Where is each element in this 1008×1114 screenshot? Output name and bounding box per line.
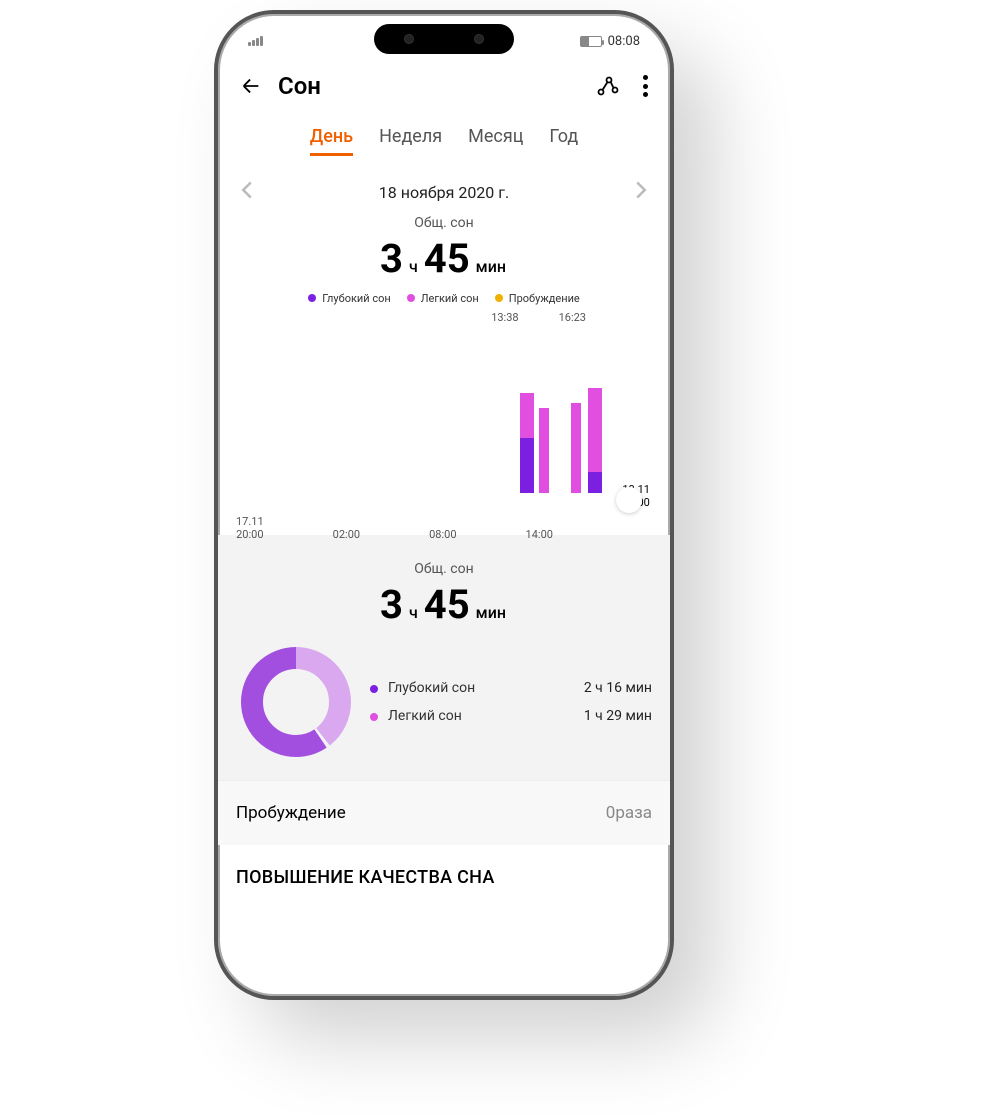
dot-icon bbox=[370, 713, 378, 721]
summary-label: Общ. сон bbox=[236, 561, 652, 577]
dot-icon bbox=[407, 294, 415, 302]
total-value: 3 ч 45 мин bbox=[218, 235, 670, 282]
tab-month[interactable]: Месяц bbox=[468, 126, 523, 156]
sleep-donut-chart bbox=[236, 642, 356, 762]
date-label: 18 ноября 2020 г. bbox=[379, 183, 509, 202]
bars-zone bbox=[232, 333, 656, 493]
legend-deep: Глубокий сон bbox=[308, 292, 391, 305]
sleep-bar bbox=[520, 393, 534, 493]
tab-week[interactable]: Неделя bbox=[379, 126, 442, 156]
quality-section-heading: ПОВЫШЕНИЕ КАЧЕСТВА СНА bbox=[218, 845, 670, 888]
page-title: Сон bbox=[278, 72, 321, 100]
battery-icon bbox=[580, 36, 602, 47]
tabs: День Неделя Месяц Год bbox=[218, 112, 670, 162]
chart-x-axis: 17.1120:00 02:00 08:00 14:00 bbox=[232, 515, 656, 541]
tab-day[interactable]: День bbox=[310, 126, 353, 156]
nav-bar: Сон bbox=[218, 58, 670, 112]
next-day-icon[interactable] bbox=[634, 180, 648, 205]
more-icon[interactable] bbox=[643, 75, 648, 97]
summary-panel: Общ. сон 3 ч 45 мин Глубокий сон 2 ч 16 … bbox=[218, 535, 670, 780]
share-icon[interactable] bbox=[595, 74, 619, 98]
tab-year[interactable]: Год bbox=[549, 126, 578, 156]
dot-icon bbox=[370, 685, 378, 693]
device-notch bbox=[374, 24, 514, 54]
total-label: Общ. сон bbox=[218, 215, 670, 231]
prev-day-icon[interactable] bbox=[240, 180, 254, 205]
scrubber-handle[interactable] bbox=[616, 487, 642, 513]
status-time: 08:08 bbox=[608, 34, 640, 49]
dot-icon bbox=[308, 294, 316, 302]
summary-value: 3 ч 45 мин bbox=[236, 581, 652, 628]
legend-awake: Пробуждение bbox=[495, 292, 580, 305]
sleep-bar bbox=[539, 408, 549, 493]
total-sleep-block: Общ. сон 3 ч 45 мин bbox=[218, 215, 670, 282]
sleep-bar bbox=[571, 403, 581, 493]
chart-start-time: 13:38 bbox=[491, 311, 518, 324]
phone-frame: 08:08 Сон День Неделя Месяц Год 18 ноябр… bbox=[214, 10, 674, 1000]
stat-deep: Глубокий сон 2 ч 16 мин bbox=[370, 674, 652, 702]
sleep-timeline-chart[interactable]: 13:38 16:23 18.11 20:00 bbox=[232, 311, 656, 541]
chart-legend: Глубокий сон Легкий сон Пробуждение bbox=[218, 292, 670, 305]
date-selector: 18 ноября 2020 г. bbox=[218, 162, 670, 209]
legend-light: Легкий сон bbox=[407, 292, 479, 305]
back-icon[interactable] bbox=[240, 75, 262, 97]
wake-value: 0раза bbox=[606, 803, 652, 823]
stat-light: Легкий сон 1 ч 29 мин bbox=[370, 702, 652, 730]
dot-icon bbox=[495, 294, 503, 302]
signal-icon bbox=[248, 36, 263, 46]
sleep-bar bbox=[588, 388, 602, 493]
wake-label: Пробуждение bbox=[236, 803, 346, 823]
wake-row[interactable]: Пробуждение 0раза bbox=[218, 780, 670, 845]
donut-stats: Глубокий сон 2 ч 16 мин Легкий сон 1 ч 2… bbox=[370, 674, 652, 730]
chart-end-time: 16:23 bbox=[559, 311, 586, 324]
